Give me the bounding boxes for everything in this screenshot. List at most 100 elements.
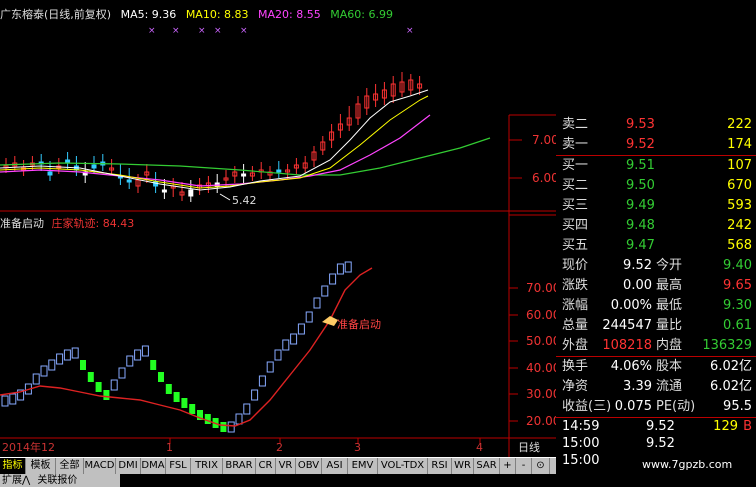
x-label-3: 3 <box>354 441 361 454</box>
indicator-header: 准备启动 庄家轨迹: 84.43 <box>0 215 134 231</box>
indicator-bar <box>282 339 290 351</box>
watermark: www.7gpzb.com <box>642 458 733 471</box>
stat-value: 0.00 <box>623 278 652 293</box>
stat-row: 涨幅 0.00% 最低 9.30 <box>556 296 756 316</box>
stat-row: 总量 244547 量比 0.61 <box>556 316 756 336</box>
ind-tick-70: 70.00 <box>526 281 556 295</box>
indicator-bar <box>235 413 243 425</box>
ind-tick-20: 20.00 <box>526 414 556 428</box>
indicator-bar <box>297 323 305 335</box>
low-marker: 5.42 <box>232 194 257 207</box>
indicator-bar <box>329 273 337 285</box>
stat-label-2: 今开 <box>656 258 683 273</box>
svg-text:×: × <box>214 26 222 36</box>
tab-19[interactable]: + <box>500 458 516 474</box>
expand-button[interactable]: 扩展⋀ <box>2 475 30 486</box>
tab-5[interactable]: DMI <box>116 458 141 474</box>
candle <box>126 179 132 183</box>
candle <box>241 173 247 177</box>
order-row[interactable]: 买三 9.49 593 <box>556 196 756 216</box>
stat-value-2: 136329 <box>702 338 752 353</box>
order-label: 买四 <box>562 218 589 233</box>
order-row[interactable]: 买二 9.50 670 <box>556 176 756 196</box>
tab-21[interactable]: ⊙ <box>532 458 550 474</box>
candle <box>161 189 167 193</box>
stat-value-2: 9.40 <box>723 258 752 273</box>
indicator-bar <box>95 382 102 392</box>
indicator-bar <box>251 389 259 401</box>
stat-value-2: 6.02亿 <box>710 379 752 394</box>
order-row[interactable]: 买五 9.47 568 <box>556 236 756 256</box>
order-label: 买五 <box>562 238 589 253</box>
order-price: 9.50 <box>626 178 655 193</box>
indicator-bar <box>126 355 134 367</box>
order-row[interactable]: 买四 9.48 242 <box>556 216 756 236</box>
stat-row: 现价 9.52 今开 9.40 <box>556 256 756 276</box>
tick-volume: 129 <box>713 419 738 434</box>
indicator-tab-bar: 指标 模板 全部 MACD DMI DMA FSL TRIX BRAR CR VR OBV ASI EMV… <box>0 457 556 474</box>
order-row[interactable]: 卖一 9.52 174 <box>556 135 756 155</box>
indicator-bar <box>313 297 321 309</box>
order-price: 9.49 <box>626 198 655 213</box>
stat-row: 换手 4.06% 股本 6.02亿 <box>556 356 756 377</box>
indicator-bar <box>336 263 344 275</box>
period-label[interactable]: 日线 <box>518 440 540 454</box>
order-volume: 107 <box>727 158 752 173</box>
quote-panel: 卖二 9.53 222 卖一 9.52 174 买一 9.51 107 买二 9.50… <box>556 115 756 487</box>
svg-text:×: × <box>148 26 156 36</box>
tab-7[interactable]: FSL <box>166 458 191 474</box>
stat-label: 总量 <box>562 318 589 333</box>
indicator-bar <box>71 347 79 359</box>
tab-11[interactable]: VR <box>276 458 296 474</box>
tab-3[interactable]: 全部 <box>56 458 84 474</box>
tab-9[interactable]: BRAR <box>223 458 256 474</box>
svg-text:×: × <box>406 26 414 36</box>
related-quote-button[interactable]: 关联报价 <box>37 475 77 486</box>
top-markers: × × × × × × <box>148 26 414 36</box>
tab-10[interactable]: CR <box>256 458 276 474</box>
svg-text:×: × <box>172 26 180 36</box>
indicator-name[interactable]: 准备启动 <box>0 217 44 230</box>
tab-20[interactable]: - <box>516 458 532 474</box>
order-volume: 174 <box>727 137 752 152</box>
tick-time: 15:00 <box>562 436 600 451</box>
candle <box>91 164 97 169</box>
x-label-4: 4 <box>476 441 483 454</box>
signal-label: 准备启动 <box>337 317 381 331</box>
tab-12[interactable]: OBV <box>296 458 322 474</box>
tab-2[interactable]: 模板 <box>26 458 56 474</box>
indicator-bar <box>48 359 56 371</box>
order-label: 卖一 <box>562 137 589 152</box>
tab-15[interactable]: VOL-TDX <box>378 458 428 474</box>
order-row[interactable]: 买一 9.51 107 <box>556 155 756 176</box>
svg-text:×: × <box>198 26 206 36</box>
tab-17[interactable]: WR <box>452 458 474 474</box>
order-price: 9.47 <box>626 238 655 253</box>
tab-6[interactable]: DMA <box>141 458 166 474</box>
tab-18[interactable]: SAR <box>474 458 500 474</box>
tick-time: 14:59 <box>562 419 600 434</box>
order-row[interactable]: 卖二 9.53 222 <box>556 115 756 135</box>
indicator-bar <box>181 398 188 408</box>
tab-4[interactable]: MACD <box>84 458 116 474</box>
stat-label: 收益(三) <box>562 399 612 414</box>
ma20-line <box>0 114 431 187</box>
tab-13[interactable]: ASI <box>322 458 348 474</box>
indicator-bar <box>150 360 157 370</box>
tab-8[interactable]: TRIX <box>191 458 223 474</box>
indicator-bar <box>134 349 142 361</box>
tab-16[interactable]: RSI <box>428 458 452 474</box>
ind-tick-30: 30.00 <box>526 387 556 401</box>
order-label: 卖二 <box>562 117 589 132</box>
stat-label-2: 最低 <box>656 298 683 313</box>
ma5-line <box>0 89 429 191</box>
tab-14[interactable]: EMV <box>348 458 378 474</box>
ind-tick-60: 60.00 <box>526 308 556 322</box>
tab-1[interactable]: 指标 <box>0 458 26 474</box>
order-volume: 242 <box>727 218 752 233</box>
indicator-bar <box>173 392 180 402</box>
indicator-bar <box>80 360 86 370</box>
order-label: 买一 <box>562 158 589 173</box>
stat-value: 244547 <box>602 318 652 333</box>
status-bar: 扩展⋀ 关联报价 <box>0 474 120 487</box>
